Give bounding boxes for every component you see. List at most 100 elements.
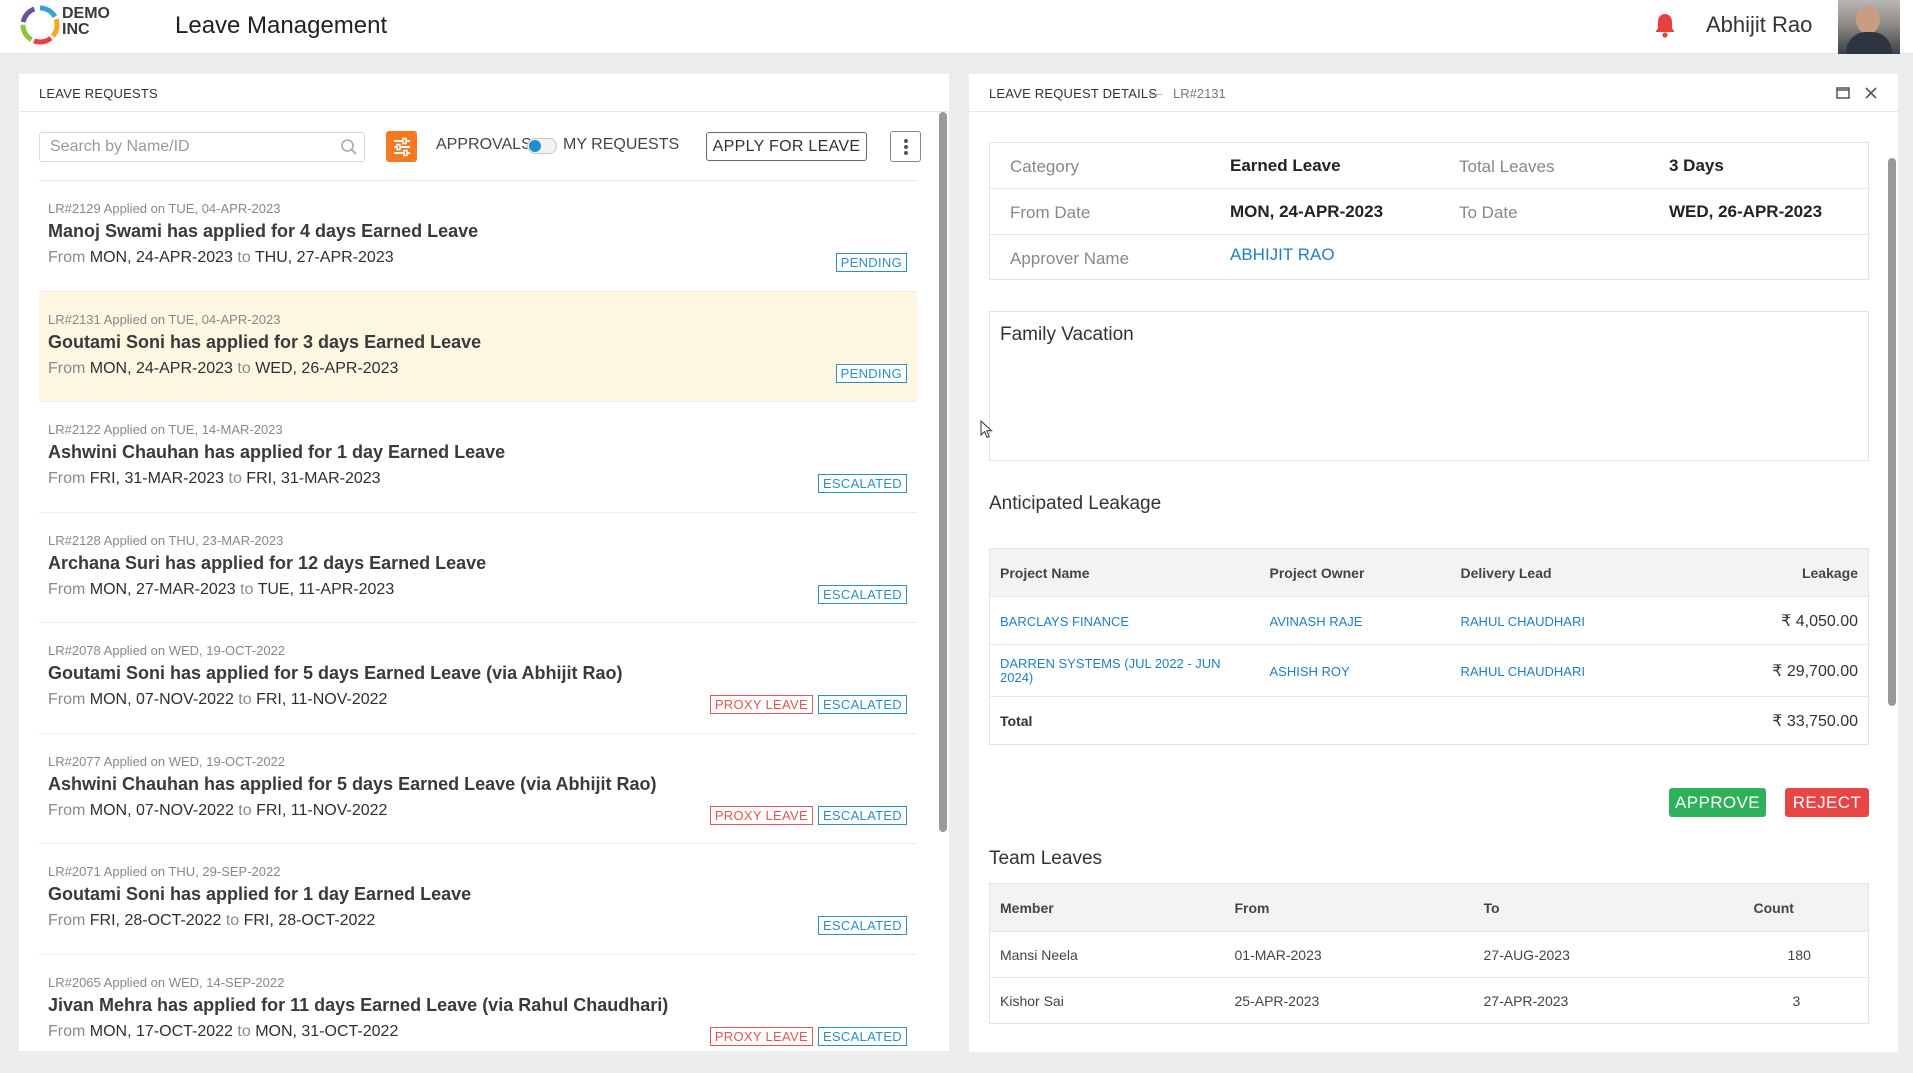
my-requests-label[interactable]: MY REQUESTS [563,136,679,154]
search-input[interactable] [39,132,365,162]
search-icon[interactable] [340,138,358,156]
request-title: Goutami Soni has applied for 1 day Earne… [48,884,472,904]
from-date: MON, 24-APR-2023 [89,249,233,266]
anticipated-leakage-title: Anticipated Leakage [989,493,1162,514]
request-dates: From MON, 07-NOV-2022 to FRI, 11-NOV-202… [48,802,387,820]
bell-icon[interactable] [1654,12,1676,38]
proxy-leave-badge: PROXY LEAVE [709,1026,813,1046]
team-header-row: Member From To Count [989,883,1869,932]
request-badges: ESCALATED [817,916,907,935]
request-badges: PENDING [835,253,907,272]
total-leaves-label: Total Leaves [1459,157,1555,176]
top-bar: DEMO INC Leave Management Abhijit Rao [0,0,1913,54]
approvals-label[interactable]: APPROVALS [436,136,532,154]
project-link[interactable]: BARCLAYS FINANCE [1000,614,1129,629]
request-dates: From MON, 17-OCT-2022 to MON, 31-OCT-202… [48,1023,398,1041]
maximize-icon[interactable] [1835,85,1851,101]
more-options-button[interactable] [890,131,921,162]
company-logo[interactable] [18,3,62,47]
request-badges: PROXY LEAVE ESCALATED [709,805,907,825]
filter-button[interactable] [386,131,417,162]
leakage-table: Project Name Project Owner Delivery Lead… [989,548,1869,745]
leave-request-item[interactable]: LR#2131 Applied on TUE, 04-APR-2023 Gouta… [39,291,917,402]
request-meta: LR#2128 Applied on THU, 23-MAR-2023 [48,532,284,548]
leave-request-item[interactable]: LR#2078 Applied on WED, 19-OCT-2022 Gouta… [39,623,917,734]
approver-link[interactable]: ABHIJIT RAO [1230,245,1335,265]
team-leaves-title: Team Leaves [989,848,1103,869]
status-badge: ESCALATED [817,1026,907,1046]
info-row-category: Category Earned Leave Total Leaves 3 Day… [990,143,1868,189]
table-row: Kishor Sai 25-APR-2023 27-APR-2023 3 [989,977,1869,1024]
to-date: TUE, 11-APR-2023 [257,580,395,598]
request-title: Archana Suri has applied for 12 days Ear… [48,552,487,573]
request-title: Ashwini Chauhan has applied for 5 days E… [48,773,657,794]
leave-request-item[interactable]: LR#2077 Applied on WED, 19-OCT-2022 Ashwi… [39,734,917,844]
request-dates: From FRI, 31-MAR-2023 to FRI, 31-MAR-202… [48,470,381,488]
col-from: From [1234,899,1270,916]
close-icon[interactable] [1863,85,1879,101]
to-date: WED, 26-APR-2023 [255,359,399,377]
total-row: Total ₹ 33,750.00 [989,696,1869,745]
leave-request-item[interactable]: LR#2129 Applied on TUE, 04-APR-2023 Manoj… [39,181,917,292]
status-badge: ESCALATED [817,474,907,493]
reject-button[interactable]: REJECT [1785,788,1869,817]
to-word: to [237,249,251,266]
table-row: Mansi Neela 01-MAR-2023 27-AUG-2023 180 [989,931,1869,978]
total-amount: ₹ 33,750.00 [1680,696,1869,745]
from-date: MON, 17-OCT-2022 [89,1022,233,1040]
lead-link[interactable]: RAHUL CHAUDHARI [1461,664,1585,679]
apply-for-leave-button[interactable]: APPLY FOR LEAVE [706,132,867,161]
to-date: 27-APR-2023 [1473,977,1744,1024]
list-scrollbar[interactable] [939,112,947,832]
approvals-toggle[interactable] [527,138,557,154]
request-title: Jivan Mehra has applied for 11 days Earn… [48,994,669,1015]
leave-requests-panel: LEAVE REQUESTS APPROVALS MY REQUESTS APP… [19,74,949,1051]
to-word: to [228,470,242,487]
request-dates: From MON, 24-APR-2023 to WED, 26-APR-202… [48,360,398,378]
owner-link[interactable]: AVINASH RAJE [1270,614,1363,629]
from-date: MON, 07-NOV-2022 [89,691,234,708]
col-project-owner: Project Owner [1269,564,1365,581]
category-label: Category [1010,157,1079,176]
to-date: FRI, 28-OCT-2022 [243,912,376,929]
avatar[interactable] [1838,0,1900,54]
leave-request-item[interactable]: LR#2122 Applied on TUE, 14-MAR-2023 Ashwi… [39,402,917,513]
request-title: Ashwini Chauhan has applied for 1 day Ea… [48,442,506,462]
status-badge: ESCALATED [817,805,907,825]
to-date-value: WED, 26-APR-2023 [1669,202,1823,221]
leave-request-item[interactable]: LR#2128 Applied on THU, 23-MAR-2023 Archa… [39,513,917,623]
logo-line-1: DEMO [62,5,110,22]
project-link[interactable]: DARREN SYSTEMS (JUL 2022 - JUN 2024) [1000,656,1230,685]
filter-sliders-icon [393,137,410,156]
info-row-approver: Approver Name ABHIJIT RAO [990,235,1868,281]
leave-request-item[interactable]: LR#2071 Applied on THU, 29-SEP-2022 Gouta… [39,844,917,955]
table-row: DARREN SYSTEMS (JUL 2022 - JUN 2024) ASH… [989,644,1869,697]
to-word: to [225,912,240,929]
approve-button[interactable]: APPROVE [1669,788,1766,817]
user-name[interactable]: Abhijit Rao [1706,12,1812,38]
details-scrollbar[interactable] [1888,158,1896,706]
total-leaves-value: 3 Days [1669,156,1724,175]
leave-count: 180 [1743,931,1869,978]
from-word: From [48,801,86,819]
from-word: From [48,580,86,598]
member-name: Mansi Neela [989,931,1225,978]
leave-request-item[interactable]: LR#2065 Applied on WED, 14-SEP-2022 Jivan… [39,955,917,1052]
to-date: FRI, 11-NOV-2022 [256,691,388,708]
category-value: Earned Leave [1230,156,1341,175]
owner-link[interactable]: ASHISH ROY [1270,664,1350,679]
to-date-label: To Date [1459,203,1518,222]
from-word: From [48,691,86,708]
request-meta: LR#2129 Applied on TUE, 04-APR-2023 [48,201,281,216]
request-meta: LR#2065 Applied on WED, 14-SEP-2022 [48,974,285,990]
col-leakage: Leakage [1801,564,1858,581]
member-name: Kishor Sai [989,977,1225,1024]
to-date: MON, 31-OCT-2022 [255,1022,399,1040]
request-title: Goutami Soni has applied for 3 days Earn… [48,331,482,352]
leakage-amount: ₹ 4,050.00 [1680,596,1869,645]
from-date: FRI, 28-OCT-2022 [89,912,222,929]
request-dates: From MON, 24-APR-2023 to THU, 27-APR-202… [48,249,394,267]
request-meta: LR#2077 Applied on WED, 19-OCT-2022 [48,753,286,769]
request-title: Manoj Swami has applied for 4 days Earne… [48,221,479,241]
lead-link[interactable]: RAHUL CHAUDHARI [1461,614,1585,629]
